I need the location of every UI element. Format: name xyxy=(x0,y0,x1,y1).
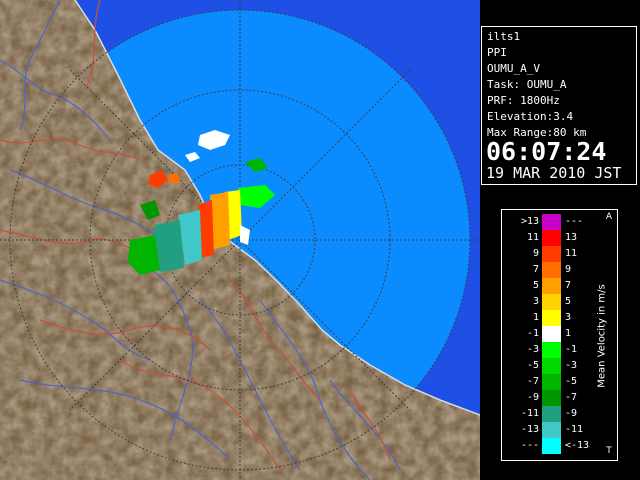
legend-swatch xyxy=(542,246,561,262)
legend-row: -11 -9 xyxy=(502,406,602,422)
legend-swatch xyxy=(542,294,561,310)
legend-lower-bound: -5 xyxy=(526,360,539,371)
legend-lower-bound: -7 xyxy=(526,376,539,387)
legend-swatch xyxy=(542,374,561,390)
legend-upper-bound: --- xyxy=(565,216,584,227)
legend-lower-bound: 1 xyxy=(532,312,539,323)
legend-swatch xyxy=(542,406,561,422)
legend-upper-bound: 11 xyxy=(565,248,578,259)
legend-swatch xyxy=(542,358,561,374)
elevation-value: Elevation:3.4 xyxy=(487,110,574,123)
scan-time: 06:07:24 xyxy=(486,137,607,166)
legend-upper-bound: -11 xyxy=(565,424,584,435)
product-name: OUMU_A_V xyxy=(487,62,540,75)
legend-row: 57 xyxy=(502,278,602,294)
site-name: ilts1 xyxy=(487,30,521,43)
legend-row: 13 xyxy=(502,310,602,326)
legend-upper-bound: 7 xyxy=(565,280,572,291)
legend-title: Mean Velocity in m/s xyxy=(596,284,608,388)
legend-lower-bound: 3 xyxy=(532,296,539,307)
legend-row: -13 -11 xyxy=(502,422,602,438)
legend-upper-bound: 5 xyxy=(565,296,572,307)
legend-row: 11 13 xyxy=(502,230,602,246)
legend-row: 79 xyxy=(502,262,602,278)
legend-swatch xyxy=(542,214,561,230)
legend-lower-bound: -9 xyxy=(526,392,539,403)
legend-row: 35 xyxy=(502,294,602,310)
legend-upper-bound: 1 xyxy=(565,328,572,339)
legend-upper-bound: -3 xyxy=(565,360,578,371)
legend-upper-bound: -5 xyxy=(565,376,578,387)
legend-upper-bound: <-13 xyxy=(565,440,590,451)
prf-value: PRF: 1800Hz xyxy=(487,94,560,107)
legend-upper-bound: -7 xyxy=(565,392,578,403)
legend-lower-bound: -13 xyxy=(520,424,539,435)
legend-swatch xyxy=(542,326,561,342)
legend-row: -5 -3 xyxy=(502,358,602,374)
legend-lower-bound: --- xyxy=(520,440,539,451)
legend-row: >13 --- xyxy=(502,214,602,230)
velocity-legend: >13 --- 11 13 9 11 7 9 5 7 3 5 1 3 -1 1 -3 -1 -5 -3 -7 -5 -9 -7… xyxy=(501,209,618,461)
legend-swatch xyxy=(542,422,561,438)
legend-swatch xyxy=(542,278,561,294)
scan-info-box: ilts1 PPI OUMU_A_V Task: OUMU_A PRF: 180… xyxy=(481,26,637,185)
legend-upper-bound: 9 xyxy=(565,264,572,275)
legend-lower-bound: 9 xyxy=(532,248,539,259)
legend-row: -7 -5 xyxy=(502,374,602,390)
legend-swatch xyxy=(542,390,561,406)
legend-lower-bound: -3 xyxy=(526,344,539,355)
legend-upper-bound: -9 xyxy=(565,408,578,419)
legend-lower-bound: 7 xyxy=(532,264,539,275)
legend-row: -1 1 xyxy=(502,326,602,342)
legend-lower-bound: >13 xyxy=(520,216,539,227)
legend-upper-bound: 13 xyxy=(565,232,578,243)
legend-swatch xyxy=(542,310,561,326)
legend-swatch xyxy=(542,438,561,454)
legend-swatch xyxy=(542,230,561,246)
legend-row: 9 11 xyxy=(502,246,602,262)
task-name: Task: OUMU_A xyxy=(487,78,567,91)
legend-lower-bound: -1 xyxy=(526,328,539,339)
legend-row: --- <-13 xyxy=(502,438,602,454)
radar-ppi-map xyxy=(0,0,480,480)
legend-upper-bound: 3 xyxy=(565,312,572,323)
scan-date: 19 MAR 2010 JST xyxy=(486,164,622,182)
legend-lower-bound: 11 xyxy=(526,232,539,243)
legend-lower-bound: -11 xyxy=(520,408,539,419)
scan-type: PPI xyxy=(487,46,507,59)
legend-swatch xyxy=(542,262,561,278)
legend-row: -9 -7 xyxy=(502,390,602,406)
legend-bottom-marker: T xyxy=(606,446,612,456)
info-panel: ilts1 PPI OUMU_A_V Task: OUMU_A PRF: 180… xyxy=(480,0,640,480)
legend-upper-bound: -1 xyxy=(565,344,578,355)
legend-swatch xyxy=(542,342,561,358)
legend-lower-bound: 5 xyxy=(532,280,539,291)
legend-top-marker: A xyxy=(605,212,613,222)
legend-row: -3 -1 xyxy=(502,342,602,358)
